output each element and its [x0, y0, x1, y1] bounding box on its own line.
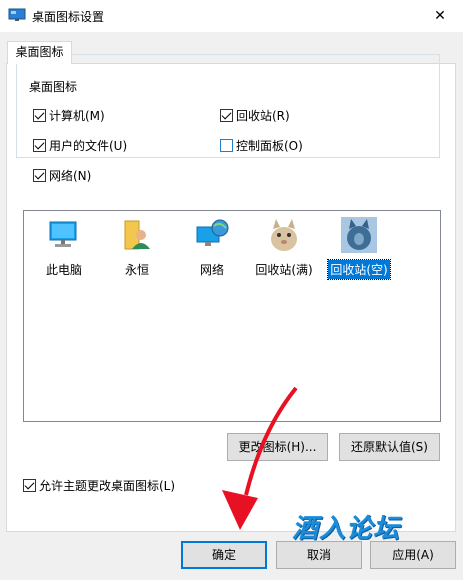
checkbox-control-panel[interactable]: 控制面板(O) [220, 137, 303, 154]
group-legend: 桌面图标 [25, 78, 82, 95]
desktop-settings-icon [8, 8, 26, 21]
checkbox-box[interactable] [23, 479, 36, 492]
tab-desktop-icons[interactable]: 桌面图标 [7, 41, 72, 64]
button-label: 还原默认值(S) [351, 440, 428, 454]
button-label: 应用(A) [392, 548, 434, 562]
button-label: 确定 [211, 548, 236, 562]
restore-default-button[interactable]: 还原默认值(S) [339, 433, 440, 461]
close-icon: ✕ [434, 8, 446, 24]
recycle-bin-full-icon [271, 219, 297, 251]
icon-label: 回收站(空) [327, 259, 391, 280]
checkbox-label: 用户的文件(U) [49, 139, 128, 153]
user-folder-icon [124, 220, 150, 250]
checkbox-label: 网络(N) [49, 169, 92, 183]
icon-item-recycle-bin-full[interactable]: 回收站(满) [252, 217, 316, 279]
checkbox-box[interactable] [33, 109, 46, 122]
icon-label: 回收站(满) [255, 263, 313, 277]
network-icon [196, 219, 229, 246]
icon-label: 网络 [199, 263, 224, 277]
checkbox-label: 允许主题更改桌面图标(L) [39, 479, 176, 493]
cancel-button[interactable]: 取消 [276, 541, 362, 569]
icon-label: 此电脑 [45, 263, 82, 277]
checkbox-user-files[interactable]: 用户的文件(U) [33, 137, 127, 154]
recycle-bin-empty-icon [341, 217, 377, 253]
checkbox-label: 回收站(R) [236, 109, 290, 123]
tab-label: 桌面图标 [15, 45, 64, 59]
apply-button[interactable]: 应用(A) [370, 541, 456, 569]
window-title: 桌面图标设置 [32, 10, 105, 24]
icon-item-network[interactable]: 网络 [180, 217, 244, 279]
watermark-logo: 酒入论坛 [292, 514, 401, 544]
ok-button[interactable]: 确定 [181, 541, 267, 569]
change-icon-button[interactable]: 更改图标(H)... [227, 433, 328, 461]
checkbox-box[interactable] [33, 139, 46, 152]
checkbox-box[interactable] [33, 169, 46, 182]
close-button[interactable]: ✕ [417, 0, 463, 32]
button-label: 取消 [306, 548, 331, 562]
icon-label: 永恒 [124, 263, 149, 277]
checkbox-label: 控制面板(O) [236, 139, 303, 153]
checkbox-network[interactable]: 网络(N) [33, 167, 91, 184]
icon-list[interactable]: 此电脑 永恒 网络 回收站(满) 回收站(空) [23, 210, 441, 422]
button-label: 更改图标(H)... [238, 440, 317, 454]
checkbox-recycle-bin[interactable]: 回收站(R) [220, 107, 290, 124]
icon-item-user-folder[interactable]: 永恒 [105, 217, 169, 279]
checkbox-box[interactable] [220, 109, 233, 122]
icon-item-this-pc[interactable]: 此电脑 [32, 217, 96, 279]
checkbox-box[interactable] [220, 139, 233, 152]
title-bar: 桌面图标设置 ✕ [0, 0, 463, 32]
checkbox-computer[interactable]: 计算机(M) [33, 107, 105, 124]
icon-item-recycle-bin-empty[interactable]: 回收站(空) [327, 217, 391, 280]
this-pc-icon [49, 221, 77, 247]
checkbox-label: 计算机(M) [49, 109, 105, 123]
checkbox-allow-themes[interactable]: 允许主题更改桌面图标(L) [23, 477, 175, 494]
